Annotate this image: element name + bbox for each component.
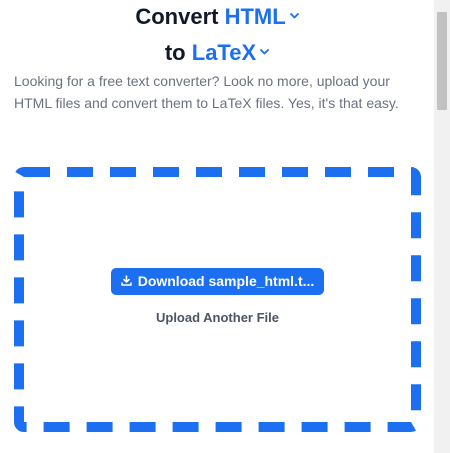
dropzone-dashed-border	[14, 167, 421, 432]
download-button-label: Download sample_html.t...	[137, 273, 315, 289]
converter-page: Convert HTML to LaTeX Looking for a free…	[0, 0, 450, 453]
chevron-down-icon	[289, 13, 299, 19]
vertical-scrollbar[interactable]	[434, 0, 450, 453]
title-line-1: Convert HTML	[0, 3, 434, 31]
chevron-down-icon	[260, 49, 270, 55]
download-icon	[120, 275, 132, 287]
to-format-dropdown[interactable]: LaTeX	[191, 40, 270, 65]
download-button[interactable]: Download sample_html.t...	[111, 268, 324, 295]
scrollbar-thumb[interactable]	[437, 12, 447, 110]
file-dropzone[interactable]	[14, 167, 421, 432]
content-area: Convert HTML to LaTeX Looking for a free…	[0, 0, 434, 453]
title-convert-text: Convert	[135, 4, 219, 29]
title-line-2: to LaTeX	[0, 39, 434, 67]
title-to-text: to	[164, 40, 186, 65]
to-format-label: LaTeX	[191, 40, 257, 65]
page-description: Looking for a free text converter? Look …	[14, 73, 399, 111]
upload-another-file-link[interactable]: Upload Another File	[111, 309, 324, 327]
from-format-label: HTML	[224, 4, 286, 29]
from-format-dropdown[interactable]: HTML	[225, 4, 299, 29]
